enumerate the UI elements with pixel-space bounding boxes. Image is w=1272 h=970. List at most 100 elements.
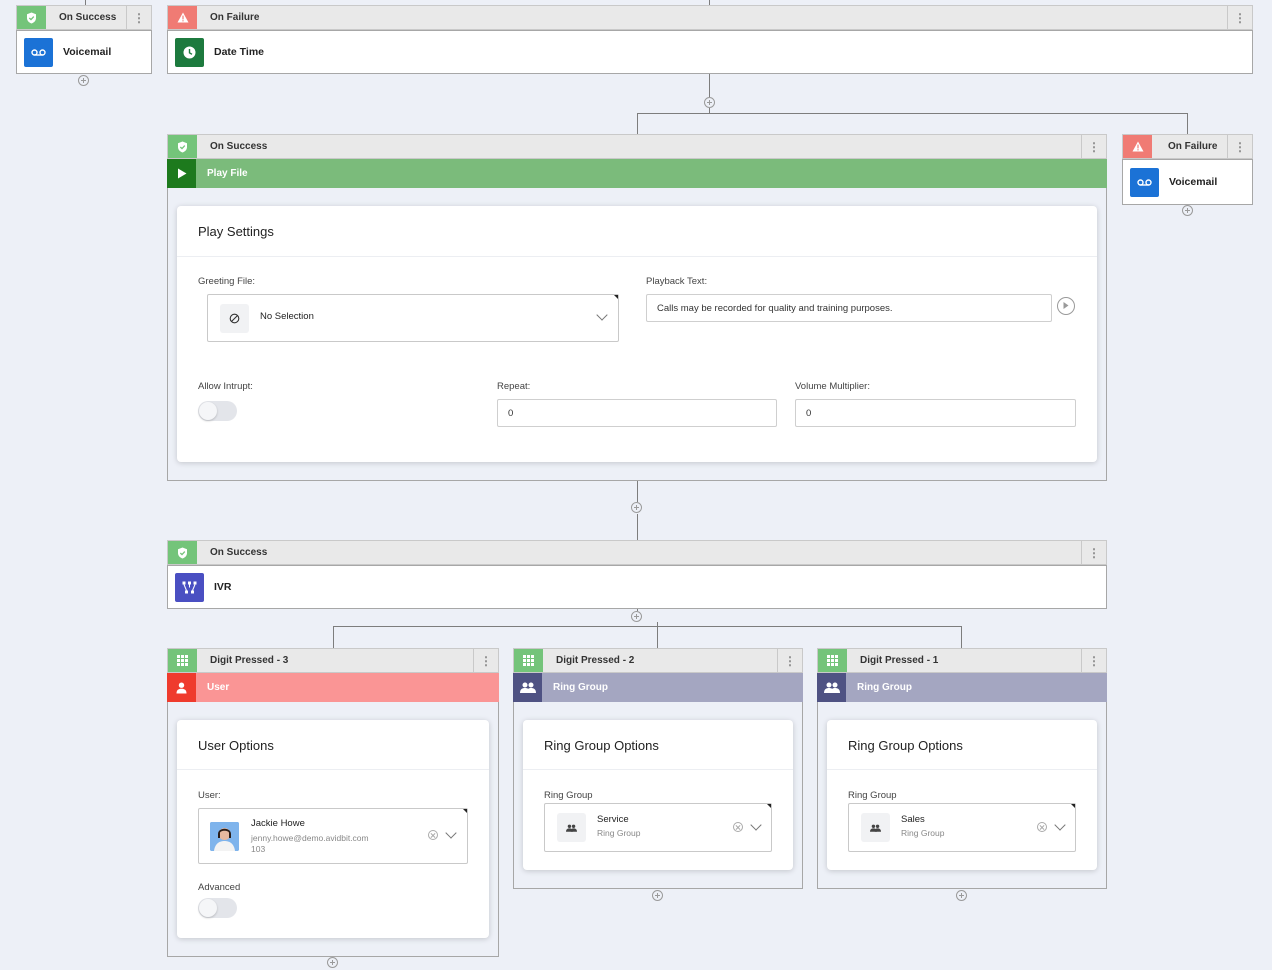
node-menu-button[interactable]: ⋮ bbox=[1227, 135, 1252, 158]
repeat-label: Repeat: bbox=[497, 381, 531, 392]
user-icon bbox=[167, 673, 196, 702]
user-select[interactable]: Jackie Howe jenny.howe@demo.avidbit.com … bbox=[198, 808, 468, 864]
add-node-button[interactable] bbox=[631, 502, 642, 513]
add-node-button[interactable] bbox=[704, 97, 715, 108]
play-preview-button[interactable] bbox=[1057, 297, 1075, 315]
node-label: Voicemail bbox=[1169, 176, 1218, 188]
card-divider bbox=[523, 769, 793, 770]
card-title: User Options bbox=[198, 738, 274, 753]
add-node-button[interactable] bbox=[631, 611, 642, 622]
ring-group-select[interactable]: Sales Ring Group bbox=[848, 803, 1076, 852]
warning-icon bbox=[1123, 135, 1152, 158]
volume-multiplier-input[interactable]: 0 bbox=[795, 399, 1076, 427]
user-options-card: User Options User: Jackie Howe jenny.how… bbox=[177, 720, 489, 938]
ring-group-options-card: Ring Group Options Ring Group Service Ri… bbox=[523, 720, 793, 870]
dialpad-icon bbox=[168, 649, 197, 672]
user-email: jenny.howe@demo.avidbit.com bbox=[251, 833, 369, 843]
shield-check-icon bbox=[168, 135, 197, 158]
greeting-file-value: No Selection bbox=[260, 311, 314, 322]
add-node-button[interactable] bbox=[956, 890, 967, 901]
advanced-label: Advanced bbox=[198, 882, 241, 893]
node-menu-button[interactable]: ⋮ bbox=[777, 649, 802, 672]
node-menu-button[interactable]: ⋮ bbox=[1081, 541, 1106, 564]
ring-group-band[interactable]: Ring Group bbox=[817, 673, 1107, 702]
dialpad-icon bbox=[514, 649, 543, 672]
volume-multiplier-value: 0 bbox=[806, 407, 812, 419]
greeting-file-select[interactable]: No Selection bbox=[207, 294, 619, 342]
voicemail-icon bbox=[1130, 167, 1159, 197]
datetime-node[interactable]: Date Time bbox=[167, 30, 1253, 74]
dialpad-icon bbox=[818, 649, 847, 672]
warning-icon bbox=[168, 6, 197, 29]
voicemail-node[interactable]: Voicemail bbox=[16, 30, 152, 74]
user-name: Jackie Howe bbox=[251, 818, 305, 829]
add-node-button[interactable] bbox=[78, 75, 89, 86]
band-label: Ring Group bbox=[857, 682, 912, 693]
repeat-input[interactable]: 0 bbox=[497, 399, 777, 427]
group-icon bbox=[557, 813, 586, 842]
chevron-down-icon[interactable] bbox=[596, 309, 608, 321]
add-node-button[interactable] bbox=[652, 890, 663, 901]
clock-icon bbox=[175, 37, 204, 67]
card-divider bbox=[827, 769, 1097, 770]
playback-text-value: Calls may be recorded for quality and tr… bbox=[657, 302, 893, 314]
allow-interrupt-label: Allow Intrupt: bbox=[198, 381, 253, 392]
avatar bbox=[210, 822, 239, 851]
band-label: Ring Group bbox=[553, 682, 608, 693]
ring-group-field-label: Ring Group bbox=[544, 790, 593, 801]
play-file-band[interactable]: Play File bbox=[167, 159, 1107, 188]
play-icon bbox=[167, 159, 196, 188]
node-menu-button[interactable]: ⋮ bbox=[1081, 649, 1106, 672]
voicemail-icon bbox=[24, 37, 53, 67]
node-menu-button[interactable]: ⋮ bbox=[473, 649, 498, 672]
branch-header-label: On Failure bbox=[1168, 141, 1218, 152]
node-label: IVR bbox=[214, 581, 232, 593]
branch-header-failure: On Failure ⋮ bbox=[167, 5, 1253, 30]
branch-header-failure: On Failure ⋮ bbox=[1122, 134, 1253, 159]
card-title: Ring Group Options bbox=[544, 738, 659, 753]
playback-text-label: Playback Text: bbox=[646, 276, 708, 287]
branch-header-label: On Success bbox=[59, 12, 117, 23]
branch-header-label: On Failure bbox=[210, 12, 260, 23]
playback-text-input[interactable]: Calls may be recorded for quality and tr… bbox=[646, 294, 1052, 322]
node-menu-button[interactable]: ⋮ bbox=[1081, 135, 1106, 158]
node-label: Date Time bbox=[214, 46, 264, 58]
node-menu-button[interactable]: ⋮ bbox=[1227, 6, 1252, 29]
clear-icon[interactable] bbox=[428, 830, 438, 840]
shield-check-icon bbox=[168, 541, 197, 564]
chevron-down-icon[interactable] bbox=[750, 819, 762, 831]
node-menu-button[interactable]: ⋮ bbox=[126, 6, 151, 29]
volume-multiplier-label: Volume Multiplier: bbox=[795, 381, 870, 392]
chevron-down-icon[interactable] bbox=[1054, 819, 1066, 831]
branch-header-label: Digit Pressed - 1 bbox=[860, 655, 939, 666]
shield-check-icon bbox=[17, 6, 46, 29]
node-label: Voicemail bbox=[63, 46, 112, 58]
ivr-icon bbox=[175, 572, 204, 602]
group-icon bbox=[861, 813, 890, 842]
ring-group-type: Ring Group bbox=[597, 828, 641, 838]
ivr-node[interactable]: IVR bbox=[167, 565, 1107, 609]
ring-group-band[interactable]: Ring Group bbox=[513, 673, 803, 702]
chevron-down-icon[interactable] bbox=[445, 827, 457, 839]
ring-group-field-label: Ring Group bbox=[848, 790, 897, 801]
group-icon bbox=[817, 673, 846, 702]
allow-interrupt-toggle[interactable] bbox=[198, 401, 237, 421]
branch-header-success: On Success ⋮ bbox=[16, 5, 152, 30]
clear-icon[interactable] bbox=[733, 822, 743, 832]
voicemail-node[interactable]: Voicemail bbox=[1122, 159, 1253, 205]
clear-icon[interactable] bbox=[1037, 822, 1047, 832]
greeting-file-label: Greeting File: bbox=[198, 276, 256, 287]
add-node-button[interactable] bbox=[327, 957, 338, 968]
user-field-label: User: bbox=[198, 790, 221, 801]
play-circle-icon bbox=[1063, 302, 1069, 309]
band-label: User bbox=[207, 682, 230, 693]
user-extension: 103 bbox=[251, 844, 266, 854]
branch-header-label: Digit Pressed - 3 bbox=[210, 655, 289, 666]
add-node-button[interactable] bbox=[1182, 205, 1193, 216]
resize-corner bbox=[767, 804, 771, 808]
advanced-toggle[interactable] bbox=[198, 898, 237, 918]
branch-header-label: On Success bbox=[210, 547, 268, 558]
user-band[interactable]: User bbox=[167, 673, 499, 702]
branch-header-digit: Digit Pressed - 1 ⋮ bbox=[817, 648, 1107, 673]
ring-group-select[interactable]: Service Ring Group bbox=[544, 803, 772, 852]
